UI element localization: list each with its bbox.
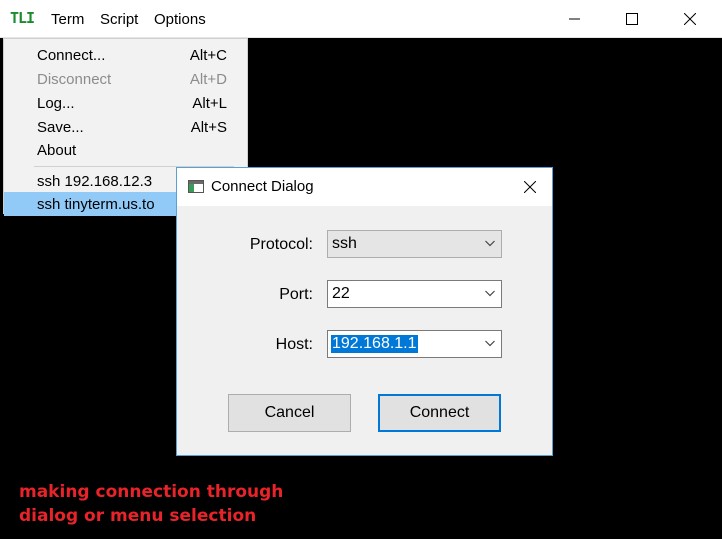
menu-item-shortcut: Alt+L (192, 95, 227, 112)
port-value: 22 (332, 285, 350, 302)
menu-item-label: Log... (37, 95, 75, 112)
menu-item-connect[interactable]: Connect... Alt+C (4, 43, 247, 67)
menu-item-save[interactable]: Save... Alt+S (4, 115, 247, 139)
port-label: Port: (279, 286, 313, 303)
close-icon (684, 13, 696, 25)
title-bar: TLI Term Script Options (0, 0, 722, 38)
menu-item-about[interactable]: About (4, 138, 247, 162)
menu-item-label: About (37, 142, 77, 159)
menu-script[interactable]: Script (100, 11, 138, 28)
dialog-title-bar: Connect Dialog (177, 168, 552, 206)
protocol-value: ssh (332, 235, 357, 252)
minimize-icon (569, 18, 580, 20)
menu-item-log[interactable]: Log... Alt+L (4, 91, 247, 115)
annotation-line-1: making connection through (19, 482, 284, 502)
maximize-button[interactable] (603, 0, 661, 38)
host-combo[interactable]: 192.168.1.1 (327, 330, 502, 358)
connect-button[interactable]: Connect (378, 394, 501, 432)
maximize-icon (626, 13, 638, 25)
menu-item-label: Connect... (37, 47, 106, 64)
port-combo[interactable]: 22 (327, 280, 502, 308)
app-logo: TLI (10, 9, 35, 27)
host-value: 192.168.1.1 (331, 335, 418, 353)
menu-item-label: Save... (37, 119, 84, 136)
menu-item-shortcut: Alt+C (189, 47, 227, 64)
menu-term[interactable]: Term (51, 11, 84, 28)
menu-item-disconnect[interactable]: Disconnect Alt+D (4, 67, 247, 91)
close-icon (524, 181, 536, 193)
host-label: Host: (275, 336, 313, 353)
connect-dialog: Connect Dialog Protocol: ssh Port: 22 Ho… (176, 167, 553, 456)
cancel-button[interactable]: Cancel (228, 394, 351, 432)
window-icon (188, 180, 204, 193)
minimize-button[interactable] (546, 0, 604, 38)
menu-item-label: Disconnect (37, 71, 112, 88)
menu-item-shortcut: Alt+D (189, 71, 227, 88)
chevron-down-icon (485, 240, 495, 247)
menu-item-shortcut: Alt+S (190, 119, 227, 136)
close-button[interactable] (661, 0, 719, 38)
dialog-title: Connect Dialog (211, 178, 314, 195)
protocol-select[interactable]: ssh (327, 230, 502, 258)
menu-options[interactable]: Options (154, 11, 206, 28)
chevron-down-icon (485, 290, 495, 297)
protocol-label: Protocol: (249, 236, 313, 253)
annotation-line-2: dialog or menu selection (19, 506, 257, 526)
dialog-close-button[interactable] (516, 173, 544, 201)
chevron-down-icon (485, 340, 495, 347)
menu-item-label: ssh tinyterm.us.to (37, 196, 155, 213)
menu-item-label: ssh 192.168.12.3 (37, 173, 153, 190)
annotation-caption: making connection through dialog or menu… (19, 480, 283, 528)
